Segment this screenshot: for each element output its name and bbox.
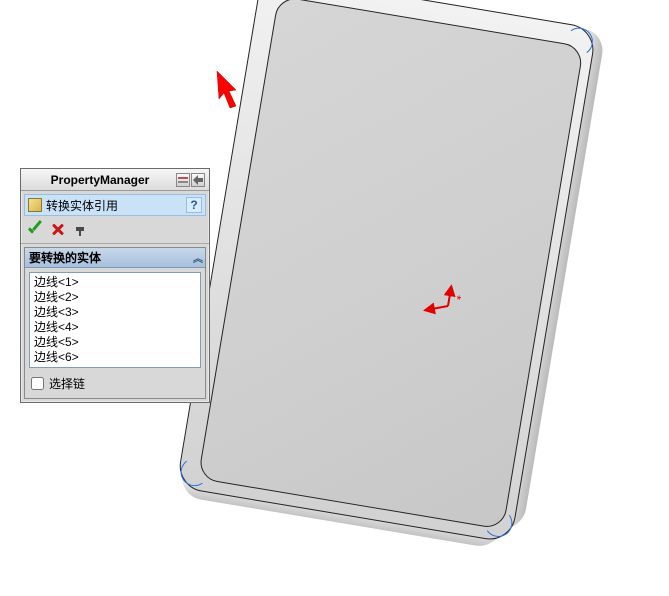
cancel-button[interactable] xyxy=(50,222,66,238)
list-item[interactable]: 边线<5> xyxy=(30,335,200,350)
titlebar-flyout-button[interactable] xyxy=(191,173,205,187)
collapse-chevron-icon[interactable]: ︽ xyxy=(193,250,201,265)
section-title: 要转换的实体 xyxy=(29,249,101,266)
feature-header: 转换实体引用 ? xyxy=(24,194,206,216)
list-item[interactable]: 边线<2> xyxy=(30,290,200,305)
help-button[interactable]: ? xyxy=(186,197,202,213)
list-item[interactable]: 边线<4> xyxy=(30,320,200,335)
confirm-toolbar xyxy=(21,219,209,244)
entities-section: 要转换的实体 ︽ 边线<1> 边线<2> 边线<3> 边线<4> 边线<5> 边… xyxy=(24,247,206,399)
section-header[interactable]: 要转换的实体 ︽ xyxy=(25,248,205,268)
titlebar-split-button[interactable] xyxy=(176,173,190,187)
pushpin-button[interactable] xyxy=(72,222,88,238)
propertymanager-panel: PropertyManager 转换实体引用 ? 要转换的实体 xyxy=(20,168,210,403)
graphics-viewport[interactable]: * PropertyManager 转换实体引用 ? xyxy=(0,0,669,596)
convert-entities-icon xyxy=(28,198,42,212)
feature-name: 转换实体引用 xyxy=(46,197,118,214)
panel-title: PropertyManager xyxy=(25,173,175,187)
list-item[interactable]: 边线<3> xyxy=(30,305,200,320)
select-chain-label: 选择链 xyxy=(49,375,85,392)
select-chain-checkbox[interactable] xyxy=(31,377,44,390)
titlebar-buttons xyxy=(175,173,205,187)
panel-titlebar[interactable]: PropertyManager xyxy=(21,169,209,191)
list-item[interactable]: 边线<6> xyxy=(30,350,200,365)
list-item[interactable]: 边线<1> xyxy=(30,275,200,290)
select-chain-row[interactable]: 选择链 xyxy=(25,372,205,398)
entities-listbox[interactable]: 边线<1> 边线<2> 边线<3> 边线<4> 边线<5> 边线<6> xyxy=(29,272,201,368)
ok-button[interactable] xyxy=(26,222,44,238)
